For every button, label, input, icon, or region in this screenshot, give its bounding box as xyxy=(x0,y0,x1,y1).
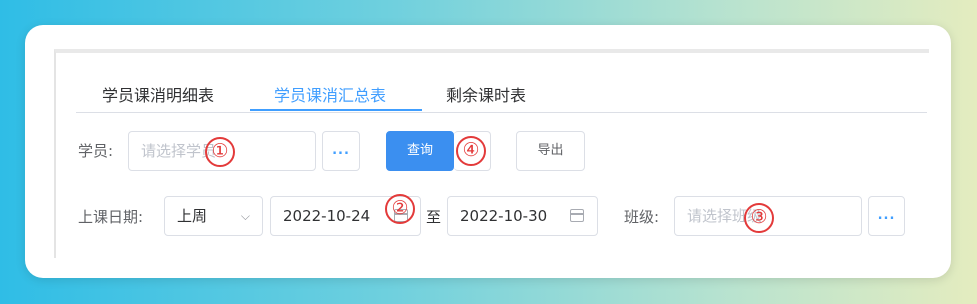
date-preset-value: 上周 xyxy=(177,207,208,225)
annotation-marker-1: ① xyxy=(205,137,235,167)
export-button[interactable]: 导出 xyxy=(516,131,585,171)
tab-summary-report[interactable]: 学员课消汇总表 xyxy=(274,82,386,106)
calendar-icon[interactable] xyxy=(570,209,584,222)
tab-remaining-hours[interactable]: 剩余课时表 xyxy=(446,82,526,106)
start-date-value: 2022-10-24 xyxy=(283,207,371,225)
active-tab-indicator xyxy=(250,109,422,111)
annotation-marker-4: ④ xyxy=(456,136,486,166)
annotation-marker-2: ② xyxy=(385,194,415,224)
annotation-marker-3: ③ xyxy=(744,203,774,233)
student-label: 学员: xyxy=(78,142,114,160)
tab-detail-report[interactable]: 学员课消明细表 xyxy=(102,82,214,106)
date-range-separator: 至 xyxy=(426,208,442,226)
class-label: 班级: xyxy=(624,208,660,226)
class-picker-button[interactable]: ... xyxy=(868,196,905,236)
date-preset-select[interactable]: 上周 ⌵ xyxy=(164,196,263,236)
end-date-value: 2022-10-30 xyxy=(460,207,548,225)
chevron-down-icon: ⌵ xyxy=(240,209,250,223)
student-picker-button[interactable]: ... xyxy=(322,131,360,171)
query-button[interactable]: 查询 xyxy=(386,131,454,171)
class-date-label: 上课日期: xyxy=(78,208,144,226)
